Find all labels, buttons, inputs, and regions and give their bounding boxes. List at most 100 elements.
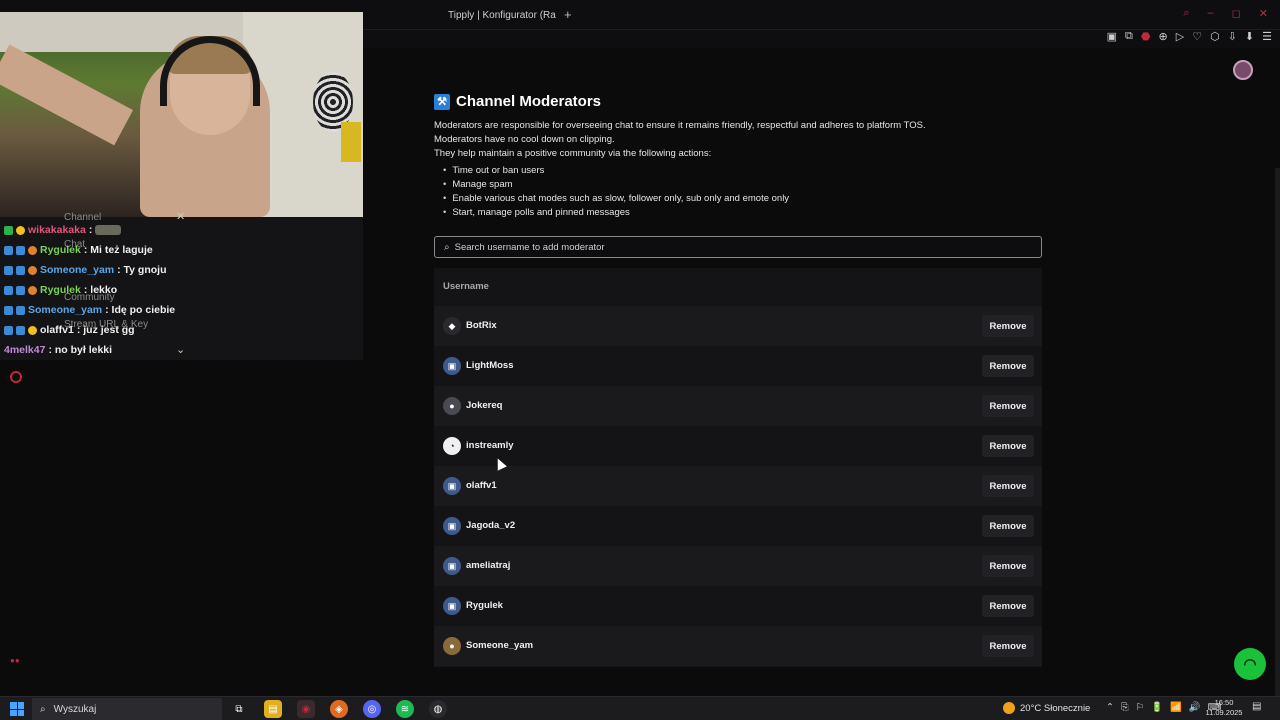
clock-time: 16:50: [1214, 698, 1234, 707]
tray-app-icon[interactable]: ⎘: [1121, 702, 1129, 713]
chat-message: Someone_yam : Ty gnoju: [4, 262, 167, 278]
install-icon[interactable]: ⇩: [1228, 30, 1237, 43]
chat-text: : Idę po ciebie: [105, 304, 176, 316]
heart-icon[interactable]: ♡: [1192, 30, 1202, 43]
moderator-search: ⌕: [434, 236, 1042, 258]
taskbar-search[interactable]: ⌕ Wyszukaj: [32, 698, 222, 720]
download-icon[interactable]: ⬇: [1245, 30, 1254, 43]
remove-button[interactable]: Remove: [982, 395, 1034, 417]
support-chat-button[interactable]: ◠: [1234, 648, 1266, 680]
username: instreamly: [466, 440, 514, 451]
badge-icon: [16, 265, 25, 275]
bullet-item: Start, manage polls and pinned messages: [443, 207, 629, 218]
badge-icon: [28, 265, 37, 275]
badge-icon: [28, 245, 37, 255]
badge-icon: [16, 285, 25, 295]
taskbar-search-label: Wyszukaj: [53, 703, 97, 715]
chat-username[interactable]: Rygulek: [40, 284, 81, 296]
new-tab-button[interactable]: +: [564, 7, 572, 22]
window-controls: ⌕ – ◻ ✕: [1183, 7, 1268, 20]
username: Someone_yam: [466, 640, 534, 651]
close-icon[interactable]: ✕: [1259, 7, 1268, 20]
record-icon[interactable]: [10, 371, 22, 383]
play-icon[interactable]: ▷: [1176, 30, 1184, 43]
taskbar-clock[interactable]: 16:50 11.09.2025: [1204, 698, 1244, 718]
toolbar-icons: ▣ ⧉ ⬣ ⊕ ▷ ♡ ⬡ ⇩ ⬇ ☰: [1107, 30, 1272, 43]
kick-logo-icon: ●●: [10, 656, 20, 665]
user-avatar-icon: ▣: [443, 517, 461, 535]
chat-message: Someone_yam : Idę po ciebie: [4, 302, 175, 318]
task-view-icon[interactable]: ⧉: [230, 700, 248, 718]
tray-expand-icon[interactable]: ⌃: [1106, 702, 1114, 713]
volume-icon[interactable]: 🔊: [1189, 702, 1201, 713]
tab-tipply[interactable]: Tipply | Konfigurator (Ran: [442, 6, 556, 24]
remove-button[interactable]: Remove: [982, 595, 1034, 617]
remove-button[interactable]: Remove: [982, 355, 1034, 377]
search-icon: ⌕: [444, 241, 450, 253]
remove-button[interactable]: Remove: [982, 515, 1034, 537]
scrollbar[interactable]: [1275, 168, 1280, 696]
chat-username[interactable]: olaffv1: [40, 324, 74, 336]
bullet-item: Time out or ban users: [443, 165, 544, 176]
username: LightMoss: [466, 360, 514, 371]
start-button[interactable]: [10, 702, 24, 716]
headset-icon: ◠: [1243, 656, 1257, 673]
discord-icon[interactable]: ◎: [363, 700, 381, 718]
remove-button[interactable]: Remove: [982, 475, 1034, 497]
chat-username[interactable]: Rygulek: [40, 244, 81, 256]
search-tabs-icon[interactable]: ⌕: [1183, 7, 1189, 20]
badge-icon: [16, 245, 25, 255]
table-row: ▣ LightMoss Remove: [434, 346, 1042, 386]
chevron-down-icon[interactable]: ⌄: [176, 343, 185, 356]
chat-message: 4melk47 : no był lekki: [4, 342, 112, 358]
table-row: ▣ Jagoda_v2 Remove: [434, 506, 1042, 546]
minimize-icon[interactable]: –: [1208, 7, 1214, 20]
shield-icon[interactable]: ⬣: [1141, 30, 1151, 43]
chat-username[interactable]: Someone_yam: [28, 304, 102, 316]
moderators-table: Username ◆ BotRix Remove ▣ LightMoss Rem…: [434, 268, 1042, 667]
screenshot-icon[interactable]: ⧉: [1125, 30, 1133, 43]
user-avatar-icon: ●: [443, 397, 461, 415]
chat-username[interactable]: Someone_yam: [40, 264, 114, 276]
extensions-icon[interactable]: ⬡: [1210, 30, 1220, 43]
sun-icon: [1003, 702, 1015, 714]
battery-icon[interactable]: 🔋: [1151, 702, 1163, 713]
browser-icon[interactable]: ◉: [297, 700, 315, 718]
avatar[interactable]: [1233, 60, 1253, 80]
translate-icon[interactable]: ⊕: [1159, 30, 1168, 43]
table-row: ◆ BotRix Remove: [434, 306, 1042, 346]
badge-icon: [4, 285, 13, 295]
chat-username[interactable]: wikakakaka: [28, 224, 86, 236]
file-explorer-icon[interactable]: ▤: [264, 700, 282, 718]
username: olaffv1: [466, 480, 497, 491]
spotify-icon[interactable]: ≋: [396, 700, 414, 718]
emote-icon: [95, 225, 122, 235]
brave-icon[interactable]: ◈: [330, 700, 348, 718]
bookmark-icon[interactable]: ▣: [1107, 30, 1117, 43]
chat-message: wikakakaka :: [4, 222, 122, 238]
badge-icon: [16, 305, 25, 315]
remove-button[interactable]: Remove: [982, 555, 1034, 577]
menu-icon[interactable]: ☰: [1262, 30, 1272, 43]
username: Jagoda_v2: [466, 520, 516, 531]
obs-icon[interactable]: ◍: [429, 700, 447, 718]
weather-text: 20°C Słonecznie: [1020, 702, 1091, 714]
weather-widget[interactable]: 20°C Słonecznie: [1003, 702, 1090, 714]
remove-button[interactable]: Remove: [982, 635, 1034, 657]
remove-button[interactable]: Remove: [982, 315, 1034, 337]
user-avatar-icon: ◔: [443, 437, 461, 455]
table-row: ● Someone_yam Remove: [434, 626, 1042, 666]
user-avatar-icon: ▣: [443, 477, 461, 495]
close-icon[interactable]: ✕: [176, 210, 185, 223]
badge-icon: [4, 225, 13, 235]
chat-username[interactable]: 4melk47: [4, 344, 45, 356]
notification-icon[interactable]: ▤: [1252, 701, 1261, 712]
network-icon[interactable]: 📶: [1170, 702, 1182, 713]
user-avatar-icon: ▣: [443, 557, 461, 575]
search-icon: ⌕: [40, 703, 46, 715]
search-input[interactable]: [454, 241, 1015, 253]
remove-button[interactable]: Remove: [982, 435, 1034, 457]
tray-app-icon[interactable]: ⚐: [1136, 702, 1145, 713]
bullet-item: Enable various chat modes such as slow, …: [443, 193, 789, 204]
maximize-icon[interactable]: ◻: [1232, 7, 1241, 20]
